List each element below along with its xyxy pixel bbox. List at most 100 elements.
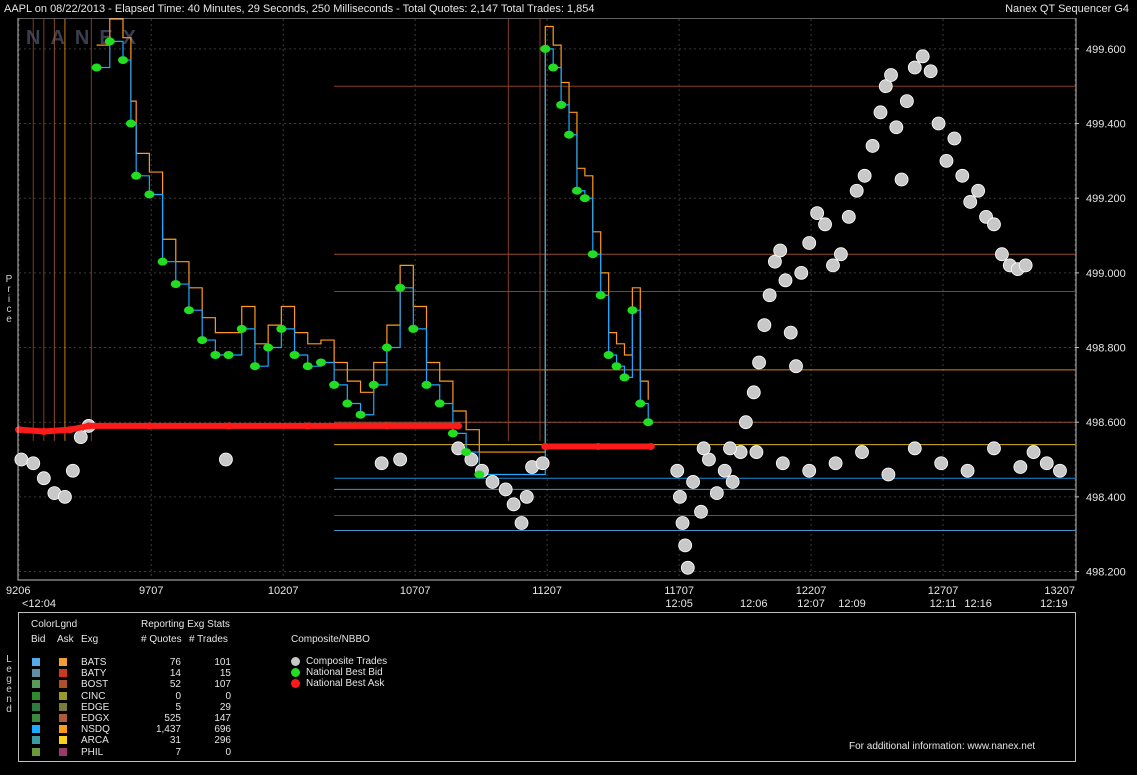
- trade-point: [58, 489, 72, 504]
- legend-col-trades: # Trades: [189, 634, 228, 645]
- x-tick-label: 10707: [400, 585, 431, 597]
- nbb-point: [170, 280, 181, 289]
- exchange-quotes: 5: [175, 701, 181, 713]
- ask-color-swatch: [59, 747, 67, 756]
- nbb-point: [368, 380, 379, 389]
- bid-color-swatch: [32, 747, 40, 756]
- trade-point: [672, 489, 687, 504]
- exchange-quotes: 76: [169, 657, 181, 668]
- nbb-point: [144, 190, 155, 199]
- nbb-point: [587, 250, 598, 259]
- time-label: 12:16: [964, 598, 992, 610]
- trade-point: [26, 456, 41, 471]
- trade-point: [1013, 460, 1028, 474]
- trade-point: [757, 318, 772, 333]
- trade-point: [987, 217, 1001, 232]
- time-label: 12:07: [797, 598, 825, 610]
- composite-label: Composite Trades: [306, 656, 388, 667]
- trade-point: [36, 471, 51, 486]
- trade-point: [841, 209, 856, 224]
- exchange-trades: 696: [214, 724, 231, 736]
- bid-color-swatch: [32, 725, 40, 734]
- trade-point: [865, 139, 880, 153]
- trade-point: [857, 168, 872, 183]
- nbb-point: [643, 418, 654, 427]
- nbb-point: [183, 306, 194, 315]
- trade-point: [1018, 258, 1033, 273]
- y-tick-label: 498.600: [1086, 417, 1126, 429]
- nbb-point: [627, 306, 638, 315]
- trade-point: [219, 452, 233, 467]
- exchange-name: EDGX: [81, 713, 110, 724]
- legend-col-ask: Ask: [57, 634, 74, 645]
- nbb-point: [329, 380, 340, 389]
- trade-point: [752, 355, 766, 370]
- trade-point: [802, 463, 817, 478]
- trade-point: [881, 467, 896, 482]
- exchange-trades: 107: [214, 679, 231, 691]
- trade-point: [670, 463, 685, 478]
- nbb-point: [421, 380, 432, 389]
- nbb-point: [197, 336, 208, 345]
- y-tick-label: 498.200: [1086, 567, 1126, 579]
- ask-color-swatch: [59, 691, 67, 700]
- exchange-quotes: 14: [169, 668, 181, 680]
- trade-point: [393, 452, 408, 467]
- bid-color-swatch: [32, 680, 40, 689]
- trade-point: [947, 131, 962, 146]
- time-label: 12:05: [665, 598, 693, 610]
- trade-point: [960, 463, 975, 478]
- trade-point: [923, 64, 938, 79]
- trade-point: [783, 325, 798, 340]
- nbb-point: [571, 186, 582, 195]
- nbb-point: [355, 410, 366, 419]
- ask-color-swatch: [59, 669, 67, 678]
- trade-point: [498, 482, 513, 497]
- trade-point: [694, 504, 708, 519]
- exchange-quotes: 31: [169, 735, 181, 747]
- composite-marker: [291, 668, 300, 677]
- exchange-name: ARCA: [81, 735, 109, 747]
- nbb-point: [395, 283, 406, 292]
- nbb-point: [289, 351, 300, 359]
- nbb-point: [249, 362, 260, 371]
- trade-point: [14, 452, 29, 467]
- y-tick-label: 499.000: [1086, 268, 1126, 280]
- legend-col-exg: Exg: [81, 634, 99, 645]
- bid-color-swatch: [32, 714, 40, 722]
- x-tick-label: 9206: [6, 585, 30, 597]
- trade-point: [506, 497, 521, 512]
- trade-point: [514, 516, 529, 530]
- exchange-name: BATS: [81, 657, 107, 668]
- trade-point: [1026, 445, 1041, 459]
- trade-point: [1053, 463, 1067, 478]
- nbb-point: [556, 100, 567, 109]
- exchange-trades: 0: [225, 690, 231, 702]
- composite-marker: [291, 679, 300, 688]
- legend-panel: ColorLgnd Bid Ask Exg Reporting Exg Stat…: [18, 612, 1076, 762]
- exchange-name: EDGE: [81, 701, 110, 713]
- nbb-point: [263, 343, 274, 352]
- exchange-name: CINC: [81, 690, 106, 702]
- nbb-point: [635, 399, 646, 408]
- trade-point: [855, 445, 869, 459]
- exchange-quotes: 525: [164, 713, 181, 724]
- ask-color-swatch: [59, 714, 67, 722]
- nbb-point: [91, 63, 102, 72]
- x-first-time-label: <12:04: [22, 598, 56, 610]
- price-chart: NANEX 498.200498.400498.600498.800499.00…: [6, 18, 1126, 610]
- trade-point: [987, 441, 1001, 456]
- trade-point: [749, 445, 764, 459]
- y-tick-label: 498.400: [1086, 492, 1126, 504]
- trade-point: [717, 463, 732, 478]
- nbb-point: [342, 399, 353, 408]
- composite-label: National Best Bid: [306, 667, 383, 678]
- trade-point: [762, 288, 777, 303]
- nbb-point: [131, 171, 142, 180]
- legend-footer: For additional information: www.nanex.ne…: [849, 741, 1036, 752]
- nbb-point: [157, 257, 168, 266]
- nbb-point: [595, 291, 606, 300]
- exchange-trades: 0: [225, 746, 231, 758]
- trade-point: [746, 385, 761, 400]
- bid-color-swatch: [32, 691, 40, 700]
